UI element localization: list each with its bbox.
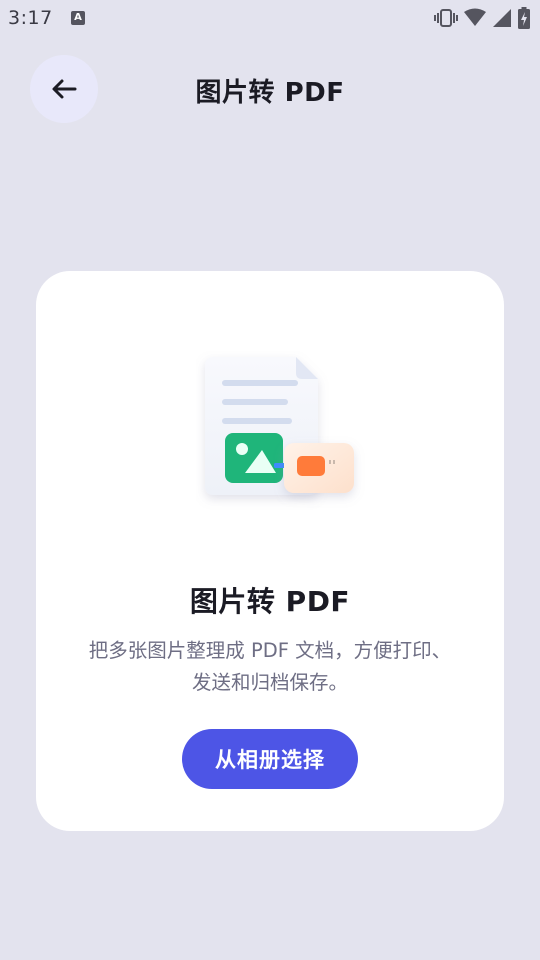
- card-description-line-1: 把多张图片整理成 PDF 文档，方便打印、: [88, 639, 452, 662]
- vibrate-icon: [434, 9, 458, 27]
- status-icons: [434, 7, 530, 29]
- battery-charging-icon: [518, 7, 530, 29]
- image-to-pdf-illustration: [196, 351, 366, 511]
- pick-from-album-button[interactable]: 从相册选择: [182, 729, 358, 789]
- pdf-file-icon: [284, 443, 354, 493]
- image-icon: [225, 433, 283, 483]
- card-title: 图片转 PDF: [189, 585, 351, 618]
- card-description-line-2: 发送和归档保存。: [191, 671, 348, 694]
- a-notification-icon: A: [71, 11, 85, 25]
- import-card: 图片转 PDF 把多张图片整理成 PDF 文档，方便打印、 发送和归档保存。 从…: [36, 271, 504, 831]
- signal-icon: [493, 9, 511, 27]
- wifi-icon: [464, 8, 486, 26]
- card-description: 把多张图片整理成 PDF 文档，方便打印、 发送和归档保存。: [56, 635, 484, 699]
- status-bar: 3:17 A: [0, 0, 540, 36]
- status-time: 3:17: [8, 7, 53, 29]
- page-title: 图片转 PDF: [195, 78, 345, 108]
